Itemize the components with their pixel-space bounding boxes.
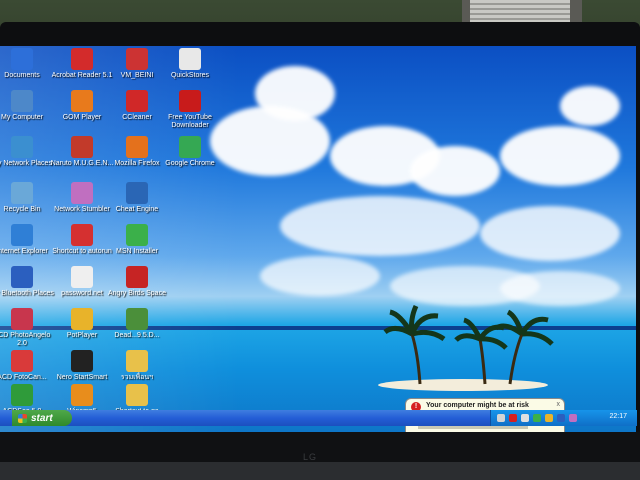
update-icon[interactable] [569, 414, 577, 422]
computer-icon [11, 90, 33, 112]
vm-icon [126, 48, 148, 70]
desktop-icon-label: Free YouTube Downloader [168, 114, 212, 129]
volume-icon[interactable] [521, 414, 529, 422]
monitor-brand-logo: LG [303, 452, 318, 462]
desktop-icon-label: ACD FotoCan... [0, 374, 47, 381]
acdsee-icon [11, 384, 33, 406]
recycle-bin-icon [11, 182, 33, 204]
desktop-icon-label: Cheat Engine [115, 206, 159, 213]
network-places-icon [11, 136, 33, 158]
messenger-icon[interactable] [533, 414, 541, 422]
network-icon[interactable] [497, 414, 505, 422]
acrobat-icon [71, 48, 93, 70]
desktop-icon-label: Google Chrome [165, 160, 215, 167]
system-tray: 22:17 [490, 410, 637, 426]
autorun-icon [71, 224, 93, 246]
windows-logo-icon [18, 413, 27, 423]
desktop-icon[interactable]: Recycle Bin [0, 182, 54, 214]
desktop-icon-label: Dead...9.5.D... [114, 332, 160, 339]
acd-fotocanvas-icon [11, 350, 33, 372]
gom-player-icon [71, 90, 93, 112]
desktop-icon[interactable]: ACD PhotoAngelo 2.0 [0, 308, 54, 348]
security-shield-icon[interactable] [509, 414, 517, 422]
desktop-icon-label: Angry Birds Space [108, 290, 166, 297]
bluetooth-icon [11, 266, 33, 288]
desktop-icon-label: รวมเพื่อนฯ [120, 374, 154, 381]
desktop-icon[interactable]: MSN Installer [105, 224, 169, 256]
desktop-icon[interactable]: Google Chrome [158, 136, 222, 168]
start-label: start [31, 412, 53, 424]
desktop-icon[interactable]: ACD FotoCan... [0, 350, 54, 382]
desktop-icon-label: QuickStores [170, 72, 210, 79]
network-stumbler-icon [71, 182, 93, 204]
internet-explorer-icon [11, 224, 33, 246]
desktop-icon[interactable]: QuickStores [158, 48, 222, 80]
monitor-bezel-bottom: LG [0, 432, 640, 466]
youtube-downloader-icon [179, 90, 201, 112]
desktop-icon-label: Internet Explorer [0, 248, 48, 255]
close-icon[interactable]: x [557, 401, 561, 408]
balloon-title: Your computer might be at risk [426, 402, 529, 409]
nero-icon [71, 350, 93, 372]
ccleaner-icon [126, 90, 148, 112]
desktop-icon[interactable]: Dead...9.5.D... [105, 308, 169, 340]
chrome-icon [179, 136, 201, 158]
desktop-icon[interactable]: Documents [0, 48, 54, 80]
desktop-icon[interactable]: Internet Explorer [0, 224, 54, 256]
winamp-icon [71, 384, 93, 406]
desktop-icon[interactable]: Cheat Engine [105, 182, 169, 214]
potplayer-icon [71, 308, 93, 330]
folder-icon [126, 350, 148, 372]
desktop-icon[interactable]: Angry Birds Space [105, 266, 169, 298]
game-icon [126, 308, 148, 330]
desktop-icon-label: MSN Installer [115, 248, 158, 255]
desk [0, 462, 640, 480]
firefox-icon [126, 136, 148, 158]
desktop-icon-label: My Computer [0, 114, 43, 121]
folder-icon [126, 384, 148, 406]
desktop-icon[interactable]: Free YouTube Downloader [158, 90, 222, 130]
quickstores-icon [179, 48, 201, 70]
desktop-screen[interactable]: Documents Acrobat Reader 5.1 VM_BEINI Quick… [0, 46, 636, 450]
desktop-icon[interactable]: My Network Places [0, 136, 54, 168]
desktop-icon-label: My Network Places [0, 160, 52, 167]
monitor-frame: Documents Acrobat Reader 5.1 VM_BEINI Quick… [0, 22, 640, 462]
desktop-icon-label: Documents [4, 72, 40, 79]
antivirus-icon[interactable] [545, 414, 553, 422]
folder-icon [11, 48, 33, 70]
desktop-icon-label: My Bluetooth Places [0, 290, 54, 297]
desktop-icon[interactable]: My Bluetooth Places [0, 266, 54, 298]
bluetooth-tray-icon[interactable] [557, 414, 565, 422]
naruto-icon [71, 136, 93, 158]
desktop-icon[interactable]: My Computer [0, 90, 54, 122]
acd-photoangelo-icon [11, 308, 33, 330]
desktop-icon[interactable]: รวมเพื่อนฯ [105, 350, 169, 382]
desktop-icon-label: ACD PhotoAngelo 2.0 [0, 332, 51, 347]
angry-birds-icon [126, 266, 148, 288]
palm-trees [383, 304, 554, 385]
msn-icon [126, 224, 148, 246]
start-button[interactable]: start [12, 410, 72, 426]
cheat-engine-icon [126, 182, 148, 204]
taskbar-clock[interactable]: 22:17 [609, 413, 627, 420]
text-file-icon [71, 266, 93, 288]
desktop-icon-label: Recycle Bin [3, 206, 41, 213]
